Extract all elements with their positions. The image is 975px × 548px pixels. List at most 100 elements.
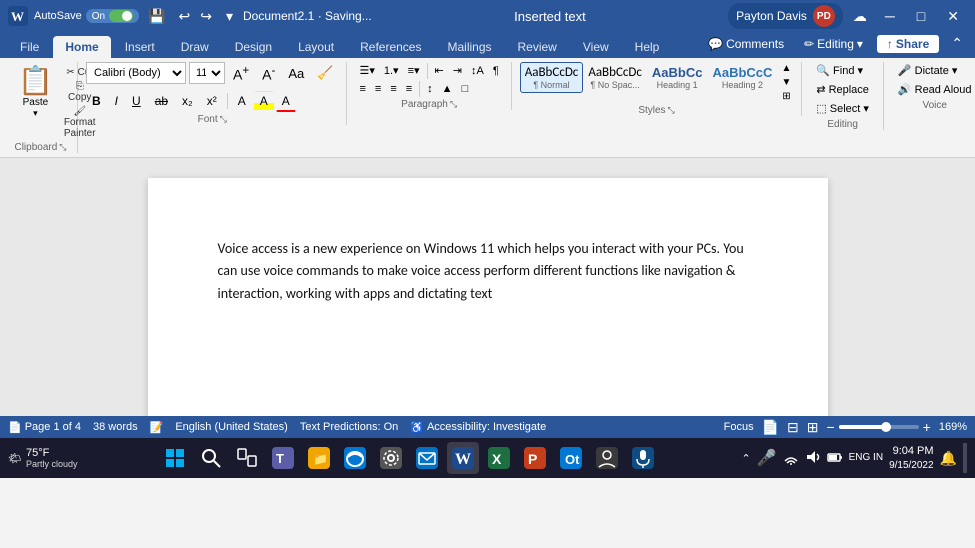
undo-button[interactable]: ↩ [174,6,194,27]
font-family-select[interactable]: Calibri (Body) [86,62,186,84]
italic-button[interactable]: I [109,91,124,111]
increase-indent-button[interactable]: ⇥ [449,62,466,79]
editing-button[interactable]: ✏ Editing ▾ [798,35,869,53]
font-color-button[interactable]: A [276,91,296,112]
justify-button[interactable]: ≡ [402,81,416,97]
proofing-icon-area[interactable]: 📝 [150,421,164,434]
voice-access-icon[interactable] [627,442,659,474]
subscript-button[interactable]: x₂ [176,91,199,111]
battery-icon[interactable] [827,449,843,468]
comments-button[interactable]: 💬 Comments [702,35,790,53]
show-hidden-icon[interactable]: ⌃ [741,452,750,465]
close-button[interactable]: ✕ [939,6,967,27]
teams-icon[interactable]: T [267,442,299,474]
tab-file[interactable]: File [8,36,51,58]
multilevel-button[interactable]: ≡▾ [404,62,424,79]
change-case-button[interactable]: Aa [283,64,309,83]
redo-button[interactable]: ↪ [196,6,216,27]
task-view-button[interactable] [231,442,263,474]
edge-icon[interactable] [339,442,371,474]
document-text[interactable]: Voice access is a new experience on Wind… [218,238,758,305]
view-grid[interactable]: ⊞ [807,419,819,436]
select-button[interactable]: ⬚ Select ▾ [810,100,875,117]
zoom-level[interactable]: 169% [939,421,967,433]
style-no-spacing[interactable]: AaBbCcDc ¶ No Spac... [583,62,647,93]
tab-help[interactable]: Help [623,36,672,58]
dictate-button[interactable]: 🎤 Dictate ▾ [892,62,963,79]
mail-icon[interactable] [411,442,443,474]
tab-draw[interactable]: Draw [169,36,221,58]
share-button[interactable]: ↑ Share [877,35,939,53]
view-columns[interactable]: ⊟ [787,419,799,436]
search-taskbar-button[interactable] [195,442,227,474]
zoom-thumb[interactable] [881,422,891,432]
superscript-button[interactable]: x² [201,91,223,111]
maximize-button[interactable]: □ [909,6,933,26]
font-expand-icon[interactable]: ⤡ [220,114,227,125]
autosave-toggle-switch[interactable] [109,10,133,22]
weather-widget[interactable]: 🌤 75°F Partly cloudy [8,447,78,469]
replace-button[interactable]: ⇄ Replace [810,81,875,98]
collapse-ribbon-button[interactable]: ⌃ [947,33,967,54]
paste-button[interactable]: 📋 Paste ▾ [12,62,59,121]
underline-button[interactable]: U [126,91,147,111]
language-indicator-taskbar[interactable]: ENG IN [849,452,883,464]
volume-icon[interactable] [805,449,821,468]
clock[interactable]: 9:04 PM 9/15/2022 [889,444,934,471]
start-button[interactable] [159,442,191,474]
tab-view[interactable]: View [571,36,621,58]
people-icon[interactable] [591,442,623,474]
bold-button[interactable]: B [86,91,107,111]
style-heading1[interactable]: AaBbCc Heading 1 [647,62,708,93]
styles-scroll-up[interactable]: ▲ [779,62,793,75]
paragraph-expand-icon[interactable]: ⤡ [450,99,457,110]
align-right-button[interactable]: ≡ [386,81,400,97]
tab-home[interactable]: Home [53,36,110,58]
strikethrough-button[interactable]: ab [149,91,174,111]
tab-design[interactable]: Design [223,36,284,58]
tab-layout[interactable]: Layout [286,36,346,58]
read-aloud-button[interactable]: 🔊 Read Aloud [892,81,975,98]
page-indicator[interactable]: 📄 Page 1 of 4 [8,421,81,434]
zoom-in-button[interactable]: + [923,419,931,435]
align-center-button[interactable]: ≡ [371,81,385,97]
bullets-button[interactable]: ☰▾ [355,62,378,79]
style-normal[interactable]: AaBbCcDc ¶ Normal [520,62,584,93]
styles-scroll-down[interactable]: ▼ [779,76,793,89]
numbering-button[interactable]: 1.▾ [380,62,403,79]
autosave-toggle[interactable]: On [86,9,139,23]
powerpoint-icon[interactable]: P [519,442,551,474]
style-heading2[interactable]: AaBbCcC Heading 2 [707,62,777,93]
styles-expand-icon[interactable]: ⤡ [668,105,675,116]
zoom-bar[interactable] [839,425,919,429]
tab-references[interactable]: References [348,36,433,58]
focus-button[interactable]: Focus [724,421,754,433]
decrease-font-size-button[interactable]: A- [257,62,280,85]
explorer-icon[interactable]: 📁 [303,442,335,474]
shading-button[interactable]: ▲ [438,81,457,97]
network-icon[interactable] [783,449,799,468]
tab-review[interactable]: Review [506,36,569,58]
language-indicator[interactable]: English (United States) [175,421,288,433]
tab-mailings[interactable]: Mailings [435,36,503,58]
zoom-out-button[interactable]: − [826,419,834,435]
align-left-button[interactable]: ≡ [355,81,369,97]
word-count[interactable]: 38 words [93,421,138,433]
clear-formatting-button[interactable]: 🧹 [312,63,338,83]
notification-icon[interactable]: 🔔 [940,450,957,467]
outlook-icon[interactable]: Ot [555,442,587,474]
tab-insert[interactable]: Insert [113,36,167,58]
font-size-select[interactable]: 11 [189,62,225,84]
clipboard-expand-icon[interactable]: ⤡ [59,142,66,153]
text-highlight-button[interactable]: A [254,91,274,111]
sort-button[interactable]: ↕A [467,63,488,79]
more-button[interactable]: ▾ [222,6,237,27]
cloud-icon[interactable]: ☁ [849,6,871,27]
decrease-indent-button[interactable]: ⇤ [431,62,448,79]
view-single-page[interactable]: 📄 [762,419,779,436]
settings-icon[interactable] [375,442,407,474]
text-predictions[interactable]: Text Predictions: On [300,421,398,433]
accessibility[interactable]: ♿ Accessibility: Investigate [410,421,546,434]
show-hide-button[interactable]: ¶ [489,63,503,79]
increase-font-size-button[interactable]: A+ [228,62,254,85]
